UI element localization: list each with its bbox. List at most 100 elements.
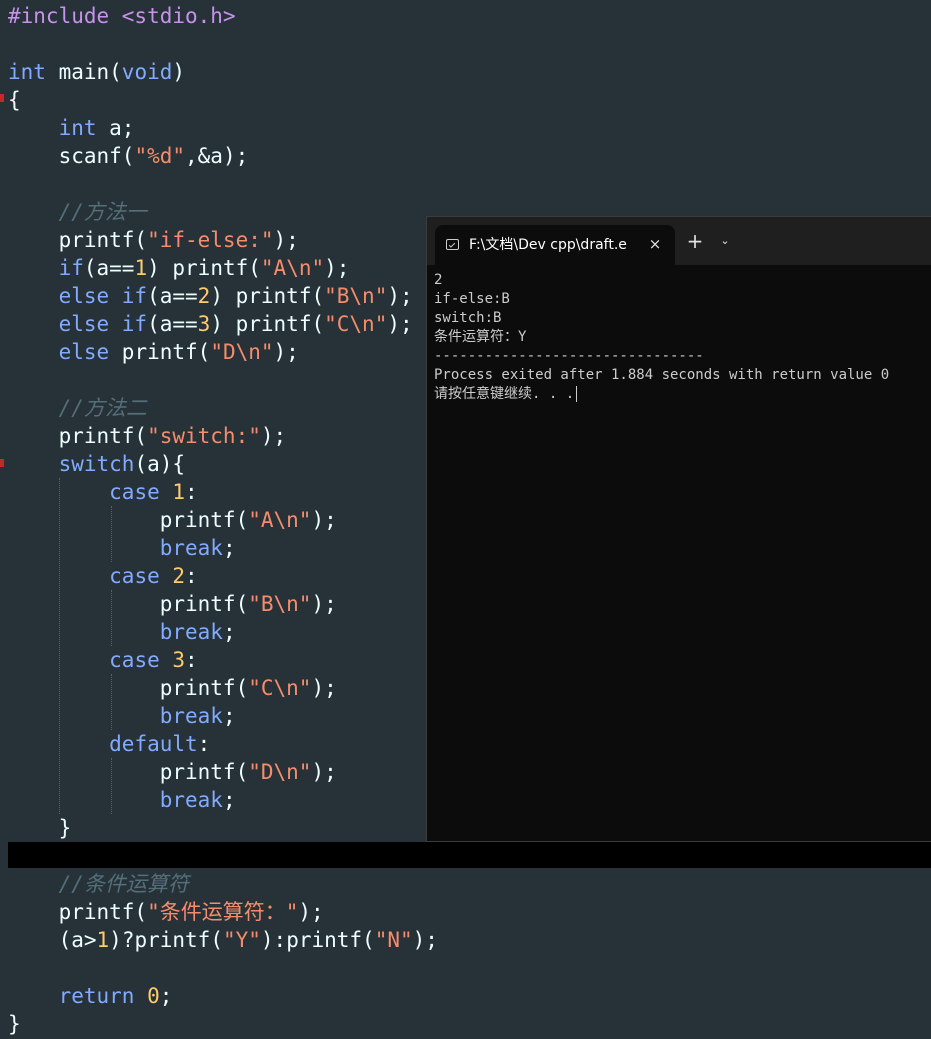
code-line: //方法二 [8,394,147,422]
code-line: break; [8,786,236,814]
code-token: break [159,704,223,728]
console-output[interactable]: 2 if-else:B switch:B 条件运算符：Y ---------------… [434,265,931,841]
code-token: } [8,816,72,840]
code-token: printf( [8,592,249,616]
code-line: else if(a==3) printf("C\n"); [8,310,413,338]
code-token: (a){ [134,452,186,476]
code-line: printf("A\n"); [8,506,337,534]
code-line: } [8,1010,21,1038]
code-line: else if(a==2) printf("B\n"); [8,282,413,310]
code-token: ); [387,312,413,336]
console-tab-title: F:\文档\Dev cpp\draft.e [469,237,627,253]
code-line: case 1: [8,478,198,506]
console-window[interactable]: F:\文档\Dev cpp\draft.e × + ⌄ 2 if-else:B sw… [426,216,931,842]
code-token: "Y" [222,928,261,952]
code-token: printf( [8,760,249,784]
code-token: ); [311,676,337,700]
console-tab-bar: F:\文档\Dev cpp\draft.e × + ⌄ [427,217,931,265]
code-token: //方法二 [8,396,147,420]
indent-guide [111,590,112,646]
code-line: else printf("D\n"); [8,338,299,366]
console-output-text: 请按任意键继续. . . [434,386,575,402]
code-token: case [109,480,160,504]
code-line: break; [8,702,236,730]
code-line: case 3: [8,646,198,674]
code-token: ); [324,256,350,280]
code-token: "D\n" [248,760,312,784]
console-tab[interactable]: F:\文档\Dev cpp\draft.e × [435,225,675,265]
code-token: else if [58,284,148,308]
code-token: ):printf( [260,928,375,952]
console-output-line: -------------------------------- [434,347,704,366]
code-token: 1 [134,256,148,280]
code-line: if(a==1) printf("A\n"); [8,254,350,282]
code-token: printf( [8,676,249,700]
code-line: int a; [8,114,135,142]
console-output-text: Process exited after 1.884 seconds with … [434,367,890,383]
code-line: printf("D\n"); [8,758,337,786]
console-output-text: switch:B [434,310,502,326]
close-icon[interactable]: × [645,234,665,254]
code-token: 0 [147,984,160,1008]
code-line: #include <stdio.h> [8,2,236,30]
code-token: "C\n" [324,312,388,336]
code-token: ) printf( [210,312,325,336]
console-output-line: 2 [434,271,442,290]
indent-guide [111,758,112,814]
code-token: 3 [197,312,211,336]
code-token: printf( [109,340,211,364]
code-token: "C\n" [248,676,312,700]
code-token: "A\n" [248,508,312,532]
code-token: default [109,732,198,756]
code-token: //方法一 [8,200,147,224]
code-token: return [58,984,135,1008]
code-line: switch(a){ [8,450,185,478]
code-token: ,&a); [185,144,249,168]
code-token: "条件运算符：" [147,900,299,924]
code-token: main( [45,60,122,84]
terminal-icon [446,239,459,250]
code-token: ); [412,928,438,952]
code-token: ); [273,228,299,252]
indent-guide [111,506,112,562]
console-output-text: 2 [434,272,443,288]
code-line: { [8,86,21,114]
code-token: break [159,536,223,560]
indent-guide [59,478,60,814]
console-output-line: switch:B [434,309,501,328]
code-token: (a> [8,928,97,952]
code-token: printf( [8,508,249,532]
breakpoint-marker [0,459,4,467]
code-token: printf( [8,900,148,924]
code-token: ) printf( [210,284,325,308]
code-token: printf( [8,228,148,252]
code-token: ; [222,704,236,728]
code-token: "D\n" [210,340,274,364]
code-token: 3 [172,648,186,672]
code-line: scanf("%d",&a); [8,142,249,170]
code-token: ; [222,788,236,812]
code-token: case [109,648,160,672]
code-token: "%d" [134,144,186,168]
code-token: )?printf( [109,928,223,952]
code-token: (a== [83,256,135,280]
console-output-text: if-else:B [434,291,510,307]
code-token: : [185,648,198,672]
code-token: "switch:" [147,424,261,448]
code-token: "A\n" [260,256,325,280]
code-token: ; [222,620,236,644]
new-tab-button[interactable]: + [685,231,705,251]
chevron-down-icon[interactable]: ⌄ [717,231,733,251]
code-line: default: [8,730,210,758]
code-line: //方法一 [8,198,147,226]
code-line: (a>1)?printf("Y"):printf("N"); [8,926,438,954]
